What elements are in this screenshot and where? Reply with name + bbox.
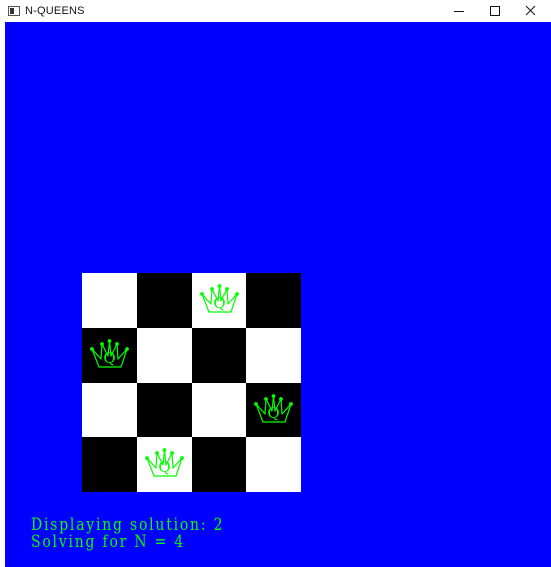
board-square[interactable] [82,273,137,328]
queen-label: Q [103,349,115,367]
chess-board: Q Q Q Q [82,273,301,492]
board-square[interactable]: Q [192,273,247,328]
board-square[interactable]: Q [137,437,192,492]
board-square[interactable] [246,437,301,492]
queen-icon: Q [145,448,184,477]
app-window: N-QUEENS QQQQ Displaying solution: 2 Sol… [0,0,551,567]
board-square[interactable] [137,328,192,383]
app-window-icon[interactable] [8,6,20,16]
window-title: N-QUEENS [25,5,85,17]
board-square[interactable] [192,437,247,492]
board-square[interactable] [246,273,301,328]
close-icon [525,5,536,16]
board-square[interactable]: Q [246,383,301,438]
maximize-icon [490,6,500,16]
queen-label: Q [267,404,279,422]
board-square[interactable]: Q [82,328,137,383]
board-square[interactable] [137,383,192,438]
queen-label: Q [213,294,225,312]
maximize-button[interactable] [476,0,512,22]
minimize-button[interactable] [440,0,476,22]
title-bar[interactable]: N-QUEENS [0,0,551,22]
queen-icon: Q [254,394,293,423]
minimize-icon [454,11,464,12]
queen-icon: Q [90,339,129,368]
board-square[interactable] [246,328,301,383]
board-square[interactable] [137,273,192,328]
board-square[interactable] [192,383,247,438]
board-square[interactable] [82,383,137,438]
board-square[interactable] [82,437,137,492]
queen-icon: Q [200,284,239,313]
board-square[interactable] [192,328,247,383]
game-canvas[interactable]: QQQQ Displaying solution: 2 Solving for … [5,22,551,567]
queen-label: Q [158,458,170,476]
solving-for-n-text: Solving for N = 4 [31,532,185,552]
close-button[interactable] [513,0,549,22]
